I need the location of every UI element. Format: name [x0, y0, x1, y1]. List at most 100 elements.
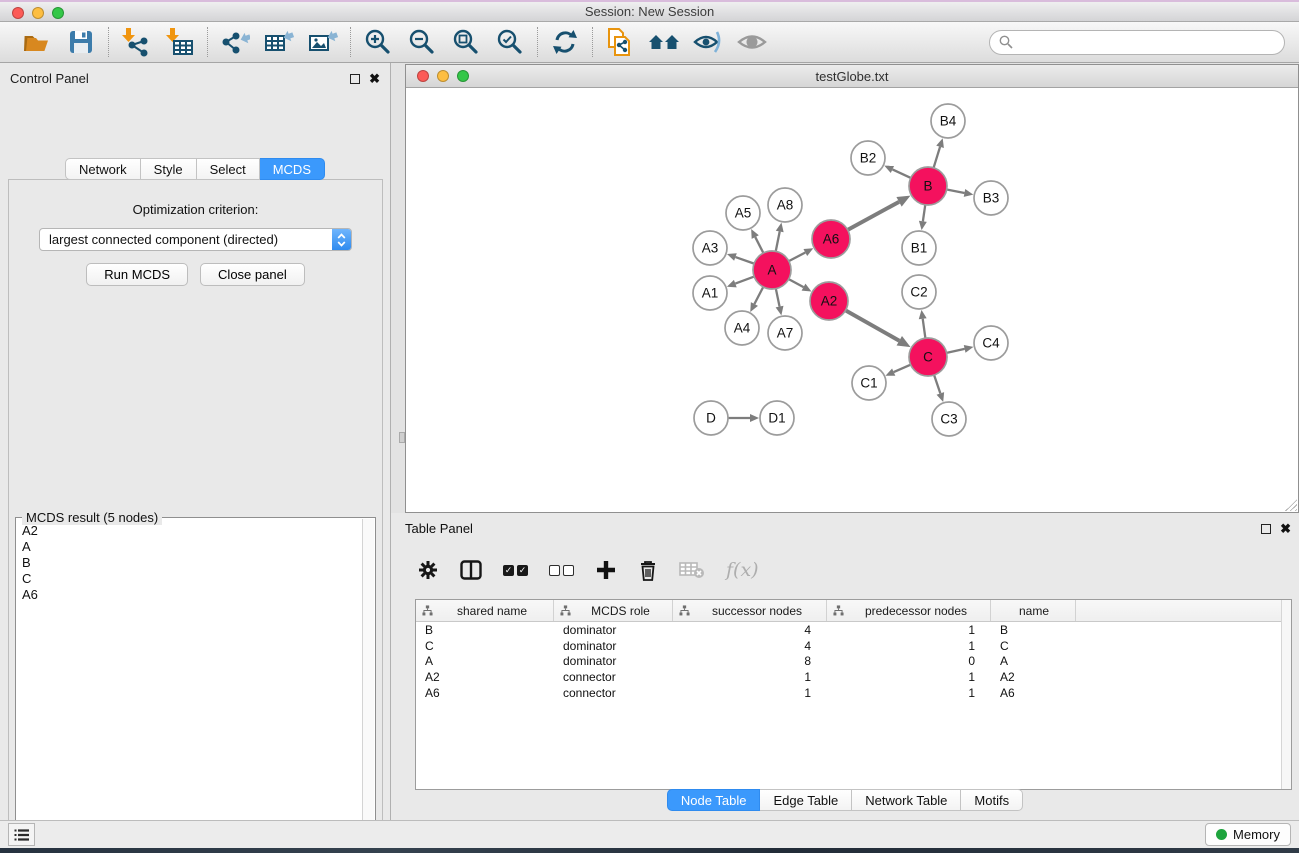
criterion-select[interactable]: largest connected component (directed)	[39, 228, 352, 251]
edge-C-C3[interactable]	[934, 375, 940, 393]
split-panel-icon[interactable]	[460, 560, 482, 580]
table-tab-motifs[interactable]: Motifs	[961, 789, 1023, 811]
select-all-rows-icon[interactable]: ✓✓	[503, 565, 528, 576]
zoom-selected-icon[interactable]	[494, 26, 526, 58]
close-panel-icon[interactable]: ✖	[369, 74, 380, 84]
settings-gear-icon[interactable]	[417, 559, 439, 581]
tab-select[interactable]: Select	[197, 158, 260, 180]
node-label: A2	[821, 294, 838, 309]
close-view-button[interactable]	[417, 70, 429, 82]
edge-C-C4[interactable]	[947, 349, 965, 353]
table-row[interactable]: Bdominator41B	[416, 622, 1291, 638]
edge-B-B1[interactable]	[923, 205, 925, 221]
search-box[interactable]	[989, 30, 1285, 55]
zoom-fit-icon[interactable]	[450, 26, 482, 58]
column-header-label: predecessor nodes	[846, 604, 986, 618]
network-window-titlebar[interactable]: testGlobe.txt	[406, 65, 1298, 88]
node-table: shared nameMCDS rolesuccessor nodes prede…	[415, 599, 1292, 790]
tab-mcds[interactable]: MCDS	[260, 158, 325, 180]
close-table-panel-icon[interactable]: ✖	[1280, 524, 1291, 534]
node-label: A7	[777, 326, 794, 341]
result-list-item[interactable]: A	[22, 539, 357, 555]
edge-B-B3[interactable]	[947, 190, 965, 193]
close-panel-button[interactable]: Close panel	[200, 263, 305, 286]
close-window-button[interactable]	[12, 7, 24, 19]
column-header-mcds-role[interactable]: MCDS role	[554, 600, 673, 621]
edge-arrowhead	[919, 310, 927, 319]
export-image-icon[interactable]	[307, 26, 339, 58]
delete-table-icon[interactable]	[679, 561, 705, 579]
result-list-item[interactable]: A6	[22, 587, 357, 603]
edge-A-A8[interactable]	[776, 231, 780, 251]
edge-B-B4[interactable]	[934, 147, 940, 168]
import-table-icon[interactable]	[164, 26, 196, 58]
search-input[interactable]	[1018, 35, 1275, 50]
column-header-predecessor-nodes[interactable]: predecessor nodes	[827, 600, 991, 621]
minimize-window-button[interactable]	[32, 7, 44, 19]
table-row[interactable]: A2connector11A2	[416, 669, 1291, 685]
zoom-in-icon[interactable]	[362, 26, 394, 58]
table-tab-network-table[interactable]: Network Table	[852, 789, 961, 811]
edge-A-A2[interactable]	[789, 279, 804, 287]
hide-graphics-details-icon[interactable]	[692, 26, 724, 58]
delete-column-icon[interactable]	[638, 559, 658, 582]
result-list-item[interactable]: B	[22, 555, 357, 571]
edge-A-A4[interactable]	[754, 287, 763, 304]
table-header-row: shared nameMCDS rolesuccessor nodes prede…	[416, 600, 1291, 622]
table-scrollbar[interactable]	[1281, 600, 1291, 789]
table-tab-node-table[interactable]: Node Table	[667, 789, 761, 811]
result-list-item[interactable]: A2	[22, 523, 357, 539]
function-builder-icon[interactable]: f(x)	[726, 559, 759, 581]
table-tab-edge-table[interactable]: Edge Table	[760, 789, 852, 811]
select-stepper-icon	[332, 229, 351, 250]
edge-C-C2[interactable]	[923, 319, 926, 338]
open-session-icon[interactable]	[21, 26, 53, 58]
optimization-criterion-label: Optimization criterion:	[9, 202, 382, 217]
minimize-view-button[interactable]	[437, 70, 449, 82]
column-header-shared-name[interactable]: shared name	[416, 600, 554, 621]
edge-A2-C[interactable]	[846, 310, 900, 340]
save-session-icon[interactable]	[65, 26, 97, 58]
import-network-icon[interactable]	[120, 26, 152, 58]
float-panel-icon[interactable]	[350, 74, 360, 84]
resize-grip[interactable]	[1285, 499, 1297, 511]
home-icon[interactable]	[648, 26, 680, 58]
node-label: B2	[860, 151, 877, 166]
table-row[interactable]: Adominator80A	[416, 653, 1291, 669]
zoom-window-button[interactable]	[52, 7, 64, 19]
run-mcds-button[interactable]: Run MCDS	[86, 263, 188, 286]
edge-A-A7[interactable]	[776, 289, 780, 307]
column-header-successor-nodes[interactable]: successor nodes	[673, 600, 827, 621]
edge-A6-B[interactable]	[848, 202, 899, 230]
column-header-name[interactable]: name	[991, 600, 1076, 621]
network-canvas[interactable]: B4B2BB3A8A5A6A3B1AC2A1A2A4A7C4CC1C3DD1	[406, 88, 1298, 512]
edge-A-A3[interactable]	[735, 257, 754, 264]
export-table-icon[interactable]	[263, 26, 295, 58]
zoom-out-icon[interactable]	[406, 26, 438, 58]
node-label: A8	[777, 198, 794, 213]
duplicate-network-view-icon[interactable]	[604, 26, 636, 58]
table-row[interactable]: Cdominator41C	[416, 638, 1291, 654]
edge-C-C1[interactable]	[894, 365, 911, 372]
show-graphics-details-icon[interactable]	[736, 26, 768, 58]
edge-A-A1[interactable]	[735, 277, 754, 284]
result-list-item[interactable]: C	[22, 571, 357, 587]
edge-A-A5[interactable]	[755, 237, 763, 253]
memory-button[interactable]: Memory	[1205, 823, 1291, 846]
export-network-icon[interactable]	[219, 26, 251, 58]
edge-B-B2[interactable]	[892, 169, 910, 178]
float-table-panel-icon[interactable]	[1261, 524, 1271, 534]
node-label: A3	[702, 241, 719, 256]
main-toolbar	[0, 22, 1299, 63]
tab-network[interactable]: Network	[65, 158, 141, 180]
result-list-scrollbar[interactable]	[362, 519, 374, 853]
edge-A-A6[interactable]	[789, 252, 806, 261]
zoom-view-button[interactable]	[457, 70, 469, 82]
table-row[interactable]: A6connector11A6	[416, 685, 1291, 701]
mcds-result-list[interactable]: A2ABCA6	[17, 521, 362, 853]
tab-style[interactable]: Style	[141, 158, 197, 180]
task-history-button[interactable]	[8, 823, 35, 846]
add-column-icon[interactable]	[595, 559, 617, 581]
refresh-icon[interactable]	[549, 26, 581, 58]
deselect-all-rows-icon[interactable]	[549, 565, 574, 576]
